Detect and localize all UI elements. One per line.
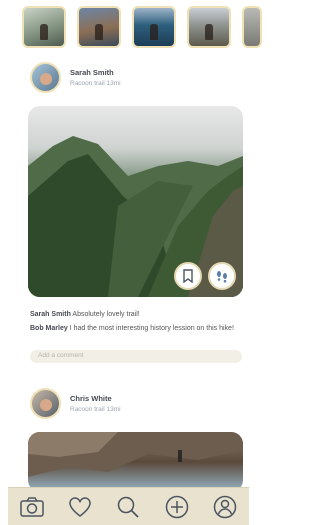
camera-icon: [20, 496, 44, 517]
post-header-text: Sarah Smith Racoon trail 13mi: [70, 68, 121, 87]
post-trail[interactable]: Racoon trail 13mi: [70, 406, 121, 413]
story-thumbnail[interactable]: [187, 6, 231, 48]
comment: Sarah Smith Absolutely lovely trail!: [30, 310, 242, 320]
footprints-button[interactable]: [208, 262, 236, 290]
story-thumbnail[interactable]: [132, 6, 176, 48]
post-photo[interactable]: [28, 106, 243, 297]
profile-icon: [213, 495, 237, 518]
bottom-nav: [8, 487, 249, 525]
avatar[interactable]: [30, 388, 61, 419]
bookmark-button[interactable]: [174, 262, 202, 290]
post-header: Sarah Smith Racoon trail 13mi: [30, 62, 121, 93]
favorites-button[interactable]: [65, 492, 95, 522]
post-username[interactable]: Chris White: [70, 394, 121, 403]
add-post-button[interactable]: [162, 492, 192, 522]
footprints-icon: [217, 271, 227, 283]
search-button[interactable]: [113, 492, 143, 522]
stories-row: [22, 6, 262, 48]
story-thumbnail[interactable]: [22, 6, 66, 48]
comment-text: I had the most interesting history lessi…: [69, 325, 234, 332]
avatar-face: [40, 399, 52, 411]
plus-icon: [165, 495, 188, 518]
hiker-figure: [205, 24, 213, 40]
search-icon: [118, 496, 140, 518]
heart-icon: [69, 496, 92, 517]
post-header: Chris White Racoon trail 13mi: [30, 388, 121, 419]
add-comment-input[interactable]: Add a comment: [30, 350, 242, 363]
comment: Bob Marley I had the most interesting hi…: [30, 324, 242, 334]
hiker-figure: [150, 24, 158, 40]
comment-text: Absolutely lovely trail!: [72, 311, 140, 318]
comment-author[interactable]: Bob Marley: [30, 325, 68, 332]
post-photo[interactable]: [28, 432, 243, 492]
comment-author[interactable]: Sarah Smith: [30, 311, 71, 318]
hiker-figure: [95, 24, 103, 40]
story-thumbnail[interactable]: [242, 6, 262, 48]
cliff-landscape: [28, 432, 243, 477]
post-username[interactable]: Sarah Smith: [70, 68, 121, 77]
avatar-face: [40, 73, 52, 85]
avatar[interactable]: [30, 62, 61, 93]
post-trail[interactable]: Racoon trail 13mi: [70, 80, 121, 87]
profile-button[interactable]: [210, 492, 240, 522]
post-header-text: Chris White Racoon trail 13mi: [70, 394, 121, 413]
camera-button[interactable]: [17, 492, 47, 522]
story-thumbnail[interactable]: [77, 6, 121, 48]
hiker-figure: [40, 24, 48, 40]
bookmark-icon: [183, 269, 193, 283]
